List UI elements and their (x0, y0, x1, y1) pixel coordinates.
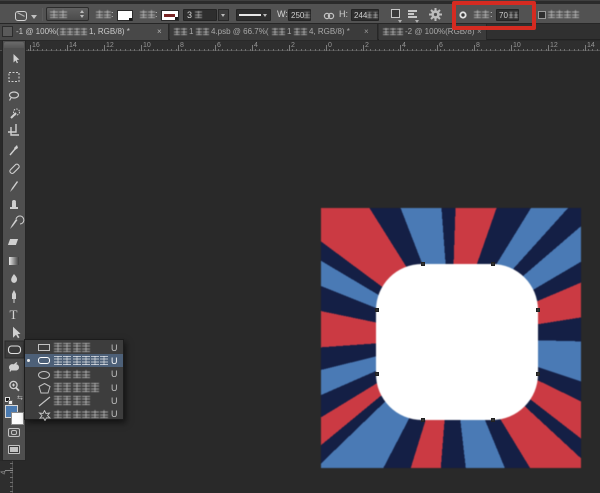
svg-text:T: T (10, 307, 18, 322)
